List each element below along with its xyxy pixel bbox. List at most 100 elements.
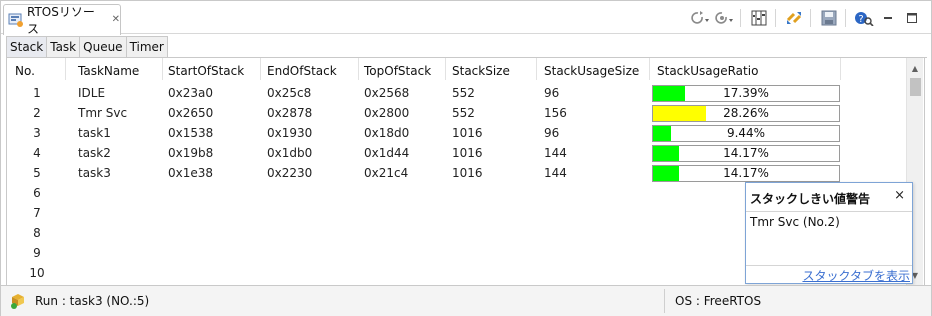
save-icon[interactable] [818,7,840,29]
stack-usage-ratio-text: 14.17% [723,146,769,160]
table-row[interactable]: 5 task3 0x1e38 0x2230 0x21c4 1016 144 14.17% [7,163,907,183]
sync-icon[interactable] [783,7,805,29]
cell-usage: 144 [544,166,567,180]
table-row[interactable]: 3 task1 0x1538 0x1930 0x18d0 1016 96 9.44% [7,123,907,143]
cell-usage: 96 [544,86,560,100]
maximize-icon[interactable] [901,7,923,29]
cell-usage: 96 [544,126,560,140]
column-header-endofstack[interactable]: EndOfStack [267,61,337,81]
rtos-resource-view: RTOSリソース ✕ ? Stack Task Queue Timer No. … [0,0,932,316]
help-icon[interactable]: ? [853,7,875,29]
table-row[interactable]: 4 task2 0x19b8 0x1db0 0x1d44 1016 144 14.17% [7,143,907,163]
toolbar-separator [810,9,811,27]
cell-no: 1 [33,86,41,100]
minimize-icon[interactable] [877,7,899,29]
cell-size: 1016 [452,126,483,140]
status-separator [664,289,665,313]
cell-end: 0x2878 [267,106,313,120]
popup-divider [746,265,912,266]
view-tab-title: RTOSリソース [27,5,95,36]
toolbar-separator [845,9,846,27]
column-separator [260,58,261,80]
column-separator [840,58,841,80]
cell-top: 0x18d0 [364,126,410,140]
column-separator [649,58,650,80]
cell-size: 1016 [452,166,483,180]
column-separator [65,58,66,80]
column-header-taskname[interactable]: TaskName [78,61,139,81]
cell-no: 8 [33,226,41,240]
close-icon[interactable]: × [894,188,905,203]
cell-usage: 144 [544,146,567,160]
column-header-stacksize[interactable]: StackSize [452,61,510,81]
tab-timer[interactable]: Timer [125,36,168,58]
refresh-settings-dropdown-icon[interactable] [713,7,735,29]
tab-task[interactable]: Task [46,36,81,58]
cell-no: 6 [33,186,41,200]
cell-no: 3 [33,126,41,140]
cell-top: 0x21c4 [364,166,409,180]
column-header-topofstack[interactable]: TopOfStack [364,61,431,81]
running-task-icon [9,292,27,310]
cell-size: 552 [452,106,475,120]
show-stack-tab-link[interactable]: スタックタブを表示 [802,267,910,284]
view-tab-rtos-resources[interactable]: RTOSリソース ✕ [3,4,121,36]
popup-divider [746,211,912,212]
cell-name: Tmr Svc [78,106,128,120]
table-row[interactable]: 1 IDLE 0x23a0 0x25c8 0x2568 552 96 17.39% [7,83,907,103]
cell-start: 0x1538 [168,126,214,140]
view-toolbar: ? [687,7,923,29]
cell-name: task2 [78,146,111,160]
status-os: OS : FreeRTOS [675,294,762,308]
table-row[interactable]: 2 Tmr Svc 0x2650 0x2878 0x2800 552 156 28.26% [7,103,907,123]
view-title-bar: RTOSリソース ✕ ? [1,1,931,36]
stack-usage-ratio-bar: 14.17% [652,145,840,162]
stack-usage-ratio-text: 9.44% [726,126,766,140]
table-columns-icon[interactable] [748,7,770,29]
svg-text:?: ? [858,14,863,25]
column-separator [358,58,359,80]
cell-size: 1016 [452,146,483,160]
tab-queue[interactable]: Queue [79,36,127,58]
column-header-no[interactable]: No. [15,61,35,81]
cell-end: 0x1930 [267,126,313,140]
cell-name: IDLE [78,86,106,100]
cell-top: 0x2568 [364,86,410,100]
cell-no: 4 [33,146,41,160]
column-separator [162,58,163,80]
stack-usage-ratio-text: 28.26% [723,106,769,120]
column-header-stackusageratio[interactable]: StackUsageRatio [657,61,758,81]
cell-no: 5 [33,166,41,180]
cell-end: 0x1db0 [267,146,313,160]
cell-end: 0x25c8 [267,86,312,100]
toolbar-separator [775,9,776,27]
tab-stack[interactable]: Stack [6,36,48,58]
toolbar-separator [740,9,741,27]
cell-no: 2 [33,106,41,120]
scroll-up-icon[interactable]: ▲ [907,60,923,76]
column-header-stackusagesize[interactable]: StackUsageSize [544,61,639,81]
cell-name: task3 [78,166,111,180]
stack-usage-ratio-bar: 17.39% [652,85,840,102]
stack-threshold-warning-popup: スタックしきい値警告 × Tmr Svc (No.2) スタックタブを表示 [745,182,913,284]
stack-usage-ratio-text: 17.39% [723,86,769,100]
close-icon[interactable]: ✕ [112,15,120,25]
cell-start: 0x19b8 [168,146,214,160]
scrollbar-thumb[interactable] [910,78,921,96]
cell-no: 10 [29,266,45,280]
column-separator [536,58,537,80]
cell-start: 0x2650 [168,106,214,120]
cell-no: 7 [33,206,41,220]
column-header-startofstack[interactable]: StartOfStack [168,61,244,81]
popup-message: Tmr Svc (No.2) [750,215,840,229]
rtos-resource-icon [8,12,24,28]
resource-subtabs: Stack Task Queue Timer [6,36,168,58]
table-header-row: No. TaskName StartOfStack EndOfStack Top… [7,58,907,81]
cell-no: 9 [33,246,41,260]
cell-size: 552 [452,86,475,100]
cell-start: 0x1e38 [168,166,214,180]
popup-title: スタックしきい値警告 [750,192,871,206]
refresh-dropdown-icon[interactable] [689,7,711,29]
cell-top: 0x1d44 [364,146,410,160]
cell-start: 0x23a0 [168,86,213,100]
